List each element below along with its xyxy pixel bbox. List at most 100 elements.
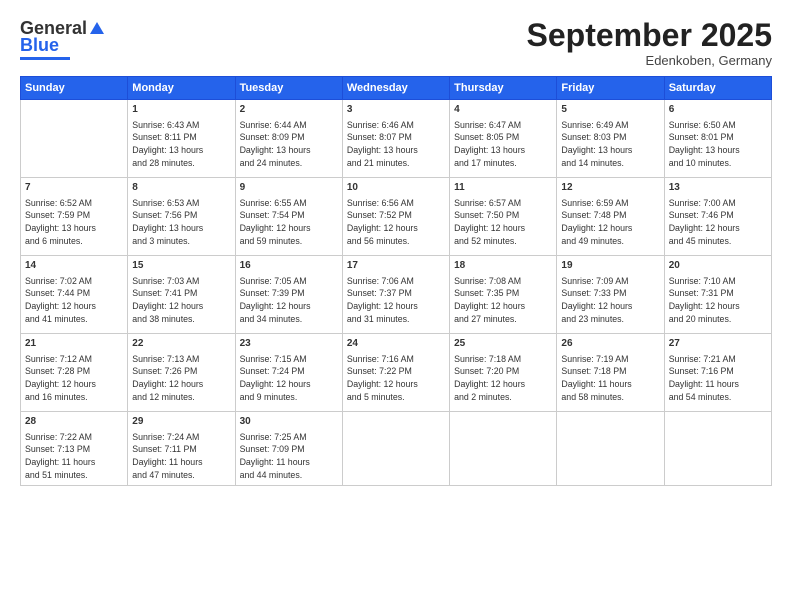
day-number: 26: [561, 337, 659, 352]
day-info: Sunrise: 7:15 AM Sunset: 7:24 PM Dayligh…: [240, 353, 338, 404]
day-info: Sunrise: 7:12 AM Sunset: 7:28 PM Dayligh…: [25, 353, 123, 404]
week-row-4: 21Sunrise: 7:12 AM Sunset: 7:28 PM Dayli…: [21, 334, 772, 412]
calendar-cell: 12Sunrise: 6:59 AM Sunset: 7:48 PM Dayli…: [557, 178, 664, 256]
day-info: Sunrise: 6:52 AM Sunset: 7:59 PM Dayligh…: [25, 197, 123, 248]
day-info: Sunrise: 7:22 AM Sunset: 7:13 PM Dayligh…: [25, 431, 123, 482]
day-number: 29: [132, 415, 230, 430]
week-row-5: 28Sunrise: 7:22 AM Sunset: 7:13 PM Dayli…: [21, 412, 772, 486]
day-number: 10: [347, 181, 445, 196]
calendar-cell: 7Sunrise: 6:52 AM Sunset: 7:59 PM Daylig…: [21, 178, 128, 256]
calendar-cell: 2Sunrise: 6:44 AM Sunset: 8:09 PM Daylig…: [235, 100, 342, 178]
day-number: 16: [240, 259, 338, 274]
day-number: 9: [240, 181, 338, 196]
week-row-3: 14Sunrise: 7:02 AM Sunset: 7:44 PM Dayli…: [21, 256, 772, 334]
day-info: Sunrise: 7:16 AM Sunset: 7:22 PM Dayligh…: [347, 353, 445, 404]
day-number: 12: [561, 181, 659, 196]
calendar-cell: 11Sunrise: 6:57 AM Sunset: 7:50 PM Dayli…: [450, 178, 557, 256]
calendar-cell: 14Sunrise: 7:02 AM Sunset: 7:44 PM Dayli…: [21, 256, 128, 334]
logo-icon: [88, 20, 106, 38]
header-row: SundayMondayTuesdayWednesdayThursdayFrid…: [21, 77, 772, 100]
col-header-tuesday: Tuesday: [235, 77, 342, 100]
col-header-wednesday: Wednesday: [342, 77, 449, 100]
calendar-cell: 28Sunrise: 7:22 AM Sunset: 7:13 PM Dayli…: [21, 412, 128, 486]
day-info: Sunrise: 6:55 AM Sunset: 7:54 PM Dayligh…: [240, 197, 338, 248]
calendar-cell: 25Sunrise: 7:18 AM Sunset: 7:20 PM Dayli…: [450, 334, 557, 412]
calendar-cell: 17Sunrise: 7:06 AM Sunset: 7:37 PM Dayli…: [342, 256, 449, 334]
calendar-cell: 6Sunrise: 6:50 AM Sunset: 8:01 PM Daylig…: [664, 100, 771, 178]
logo-blue-text: Blue: [20, 35, 59, 56]
day-number: 27: [669, 337, 767, 352]
subtitle: Edenkoben, Germany: [527, 53, 772, 68]
day-info: Sunrise: 6:44 AM Sunset: 8:09 PM Dayligh…: [240, 119, 338, 170]
day-info: Sunrise: 6:46 AM Sunset: 8:07 PM Dayligh…: [347, 119, 445, 170]
day-number: 28: [25, 415, 123, 430]
day-number: 25: [454, 337, 552, 352]
col-header-friday: Friday: [557, 77, 664, 100]
day-info: Sunrise: 6:43 AM Sunset: 8:11 PM Dayligh…: [132, 119, 230, 170]
day-number: 15: [132, 259, 230, 274]
week-row-2: 7Sunrise: 6:52 AM Sunset: 7:59 PM Daylig…: [21, 178, 772, 256]
day-info: Sunrise: 7:06 AM Sunset: 7:37 PM Dayligh…: [347, 275, 445, 326]
col-header-monday: Monday: [128, 77, 235, 100]
calendar-cell: 13Sunrise: 7:00 AM Sunset: 7:46 PM Dayli…: [664, 178, 771, 256]
day-number: 21: [25, 337, 123, 352]
day-info: Sunrise: 6:50 AM Sunset: 8:01 PM Dayligh…: [669, 119, 767, 170]
day-number: 18: [454, 259, 552, 274]
calendar-cell: 24Sunrise: 7:16 AM Sunset: 7:22 PM Dayli…: [342, 334, 449, 412]
day-info: Sunrise: 7:02 AM Sunset: 7:44 PM Dayligh…: [25, 275, 123, 326]
calendar-cell: 16Sunrise: 7:05 AM Sunset: 7:39 PM Dayli…: [235, 256, 342, 334]
day-number: 1: [132, 103, 230, 118]
calendar-cell: 19Sunrise: 7:09 AM Sunset: 7:33 PM Dayli…: [557, 256, 664, 334]
calendar-cell: 30Sunrise: 7:25 AM Sunset: 7:09 PM Dayli…: [235, 412, 342, 486]
calendar-cell: 20Sunrise: 7:10 AM Sunset: 7:31 PM Dayli…: [664, 256, 771, 334]
col-header-thursday: Thursday: [450, 77, 557, 100]
calendar-cell: [342, 412, 449, 486]
logo-blue-bar: [20, 57, 70, 60]
day-number: 14: [25, 259, 123, 274]
day-info: Sunrise: 7:13 AM Sunset: 7:26 PM Dayligh…: [132, 353, 230, 404]
calendar-cell: 21Sunrise: 7:12 AM Sunset: 7:28 PM Dayli…: [21, 334, 128, 412]
calendar-cell: 29Sunrise: 7:24 AM Sunset: 7:11 PM Dayli…: [128, 412, 235, 486]
calendar-cell: 26Sunrise: 7:19 AM Sunset: 7:18 PM Dayli…: [557, 334, 664, 412]
calendar-cell: [21, 100, 128, 178]
day-number: 4: [454, 103, 552, 118]
day-info: Sunrise: 6:49 AM Sunset: 8:03 PM Dayligh…: [561, 119, 659, 170]
calendar-cell: [557, 412, 664, 486]
calendar-cell: 9Sunrise: 6:55 AM Sunset: 7:54 PM Daylig…: [235, 178, 342, 256]
calendar-cell: 18Sunrise: 7:08 AM Sunset: 7:35 PM Dayli…: [450, 256, 557, 334]
calendar-cell: [664, 412, 771, 486]
day-info: Sunrise: 7:10 AM Sunset: 7:31 PM Dayligh…: [669, 275, 767, 326]
calendar-cell: 1Sunrise: 6:43 AM Sunset: 8:11 PM Daylig…: [128, 100, 235, 178]
day-number: 30: [240, 415, 338, 430]
day-info: Sunrise: 7:03 AM Sunset: 7:41 PM Dayligh…: [132, 275, 230, 326]
calendar-cell: 4Sunrise: 6:47 AM Sunset: 8:05 PM Daylig…: [450, 100, 557, 178]
day-number: 2: [240, 103, 338, 118]
day-number: 8: [132, 181, 230, 196]
col-header-saturday: Saturday: [664, 77, 771, 100]
calendar-cell: 5Sunrise: 6:49 AM Sunset: 8:03 PM Daylig…: [557, 100, 664, 178]
day-number: 20: [669, 259, 767, 274]
day-info: Sunrise: 7:21 AM Sunset: 7:16 PM Dayligh…: [669, 353, 767, 404]
logo: General Blue: [20, 18, 106, 60]
day-number: 3: [347, 103, 445, 118]
calendar-cell: 8Sunrise: 6:53 AM Sunset: 7:56 PM Daylig…: [128, 178, 235, 256]
day-info: Sunrise: 7:00 AM Sunset: 7:46 PM Dayligh…: [669, 197, 767, 248]
calendar-cell: 27Sunrise: 7:21 AM Sunset: 7:16 PM Dayli…: [664, 334, 771, 412]
day-info: Sunrise: 7:19 AM Sunset: 7:18 PM Dayligh…: [561, 353, 659, 404]
page: General Blue September 2025 Edenkoben, G…: [0, 0, 792, 612]
header: General Blue September 2025 Edenkoben, G…: [20, 18, 772, 68]
day-number: 22: [132, 337, 230, 352]
day-info: Sunrise: 7:24 AM Sunset: 7:11 PM Dayligh…: [132, 431, 230, 482]
day-info: Sunrise: 6:47 AM Sunset: 8:05 PM Dayligh…: [454, 119, 552, 170]
day-number: 6: [669, 103, 767, 118]
day-info: Sunrise: 7:05 AM Sunset: 7:39 PM Dayligh…: [240, 275, 338, 326]
day-info: Sunrise: 6:59 AM Sunset: 7:48 PM Dayligh…: [561, 197, 659, 248]
calendar-cell: [450, 412, 557, 486]
day-info: Sunrise: 7:18 AM Sunset: 7:20 PM Dayligh…: [454, 353, 552, 404]
calendar-cell: 10Sunrise: 6:56 AM Sunset: 7:52 PM Dayli…: [342, 178, 449, 256]
day-number: 11: [454, 181, 552, 196]
day-info: Sunrise: 7:09 AM Sunset: 7:33 PM Dayligh…: [561, 275, 659, 326]
col-header-sunday: Sunday: [21, 77, 128, 100]
month-title: September 2025: [527, 18, 772, 53]
day-number: 5: [561, 103, 659, 118]
